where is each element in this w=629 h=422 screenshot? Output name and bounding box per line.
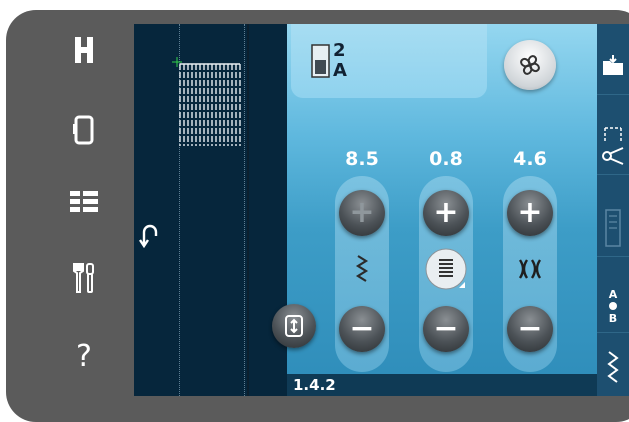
help-label: ?: [76, 338, 92, 374]
stitch-width-value: 8.5: [345, 148, 379, 170]
stitch-menu-button[interactable]: [504, 40, 556, 90]
help-icon[interactable]: ?: [60, 334, 108, 378]
hoop-icon[interactable]: [60, 108, 108, 152]
right-toolbar: AB: [597, 24, 629, 396]
stitch-density-value: 0.8: [429, 148, 463, 170]
stitch-number: 2: [333, 40, 346, 61]
stitch-category: A: [333, 60, 347, 81]
stitch-info-box: 2 A: [291, 24, 487, 98]
menu-grid-icon[interactable]: [60, 180, 108, 224]
presser-foot-icon[interactable]: [60, 28, 108, 72]
reverse-icon[interactable]: [138, 220, 160, 248]
width-minus-button[interactable]: −: [339, 306, 385, 352]
fan-icon: [520, 55, 540, 75]
svg-text:B: B: [609, 312, 617, 324]
mirror-button[interactable]: [272, 304, 316, 348]
stitch-length-value: 4.6: [513, 148, 547, 170]
alphabet-icon[interactable]: AB: [597, 276, 629, 333]
stitch-category-icon: [311, 44, 330, 78]
device: ? 2 A 8.5 0.8 4.6 + + + − − − 1.4.2 A B: [0, 0, 629, 422]
stitch-length-icon: [507, 246, 553, 292]
load-file-icon[interactable]: [597, 38, 629, 95]
svg-text:A: A: [609, 288, 618, 301]
length-minus-button[interactable]: −: [507, 306, 553, 352]
status-bar: 1.4.2: [287, 374, 597, 396]
zigzag-width-icon: [339, 246, 385, 292]
tools-icon[interactable]: [60, 256, 108, 300]
width-plus-button[interactable]: +: [339, 190, 385, 236]
disabled-icon: [597, 200, 629, 257]
length-plus-button[interactable]: +: [507, 190, 553, 236]
stitch-id[interactable]: 2 A: [311, 40, 351, 86]
cut-icon[interactable]: [597, 118, 629, 175]
stitch-preview-area: [134, 24, 287, 396]
touch-screen: 2 A 8.5 0.8 4.6 + + + − − − 1.4.2 A B: [134, 24, 629, 396]
mirror-icon: [285, 315, 303, 337]
density-plus-button[interactable]: +: [423, 190, 469, 236]
stitch-preview-icon: [172, 57, 241, 146]
stitch-settings-panel: 2 A 8.5 0.8 4.6 + + + − − − 1.4.2: [272, 24, 597, 396]
stitch-id-label: 1.4.2: [293, 376, 336, 394]
stitch-play-icon[interactable]: [597, 340, 629, 396]
density-minus-button[interactable]: −: [423, 306, 469, 352]
stitch-density-icon[interactable]: [423, 246, 469, 292]
